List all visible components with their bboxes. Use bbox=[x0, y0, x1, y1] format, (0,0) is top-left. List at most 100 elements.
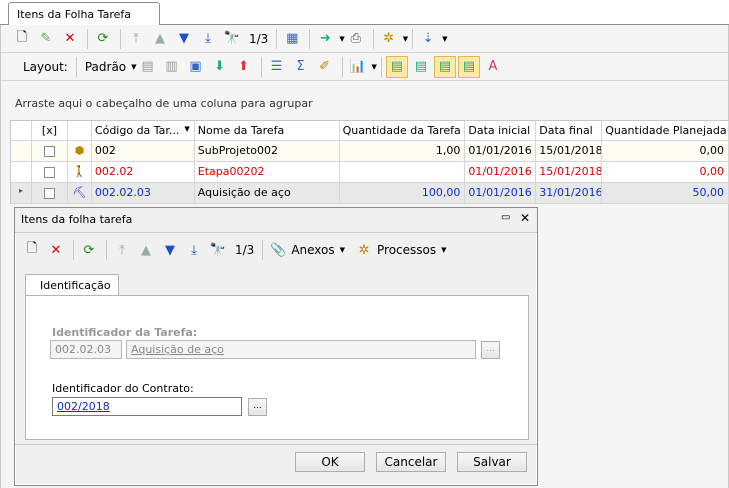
cell-nome: Aquisição de aço bbox=[195, 183, 340, 203]
delete-icon[interactable]: ✕ bbox=[59, 28, 81, 50]
delete-icon[interactable]: ✕ bbox=[45, 239, 67, 261]
divider bbox=[15, 232, 537, 233]
tab-label: Itens da Folha Tarefa bbox=[17, 8, 131, 21]
process-icon[interactable]: ✲ bbox=[378, 28, 400, 50]
cell-data-inicial: 01/01/2016 bbox=[465, 183, 537, 203]
save-button[interactable]: Salvar bbox=[457, 452, 527, 472]
cell-nome: SubProjeto002 bbox=[195, 141, 340, 161]
edit-layout-icon[interactable]: ✐ bbox=[314, 56, 336, 78]
dialog-titlebar[interactable]: Itens da folha tarefa ▭ ✕ bbox=[15, 208, 537, 232]
cell-qtd-tarefa: 100,00 bbox=[340, 183, 466, 203]
contract-lookup-button[interactable]: ... bbox=[248, 398, 267, 416]
table-row[interactable]: ⬢ 002 SubProjeto002 1,00 01/01/2016 15/0… bbox=[11, 141, 729, 162]
new-icon[interactable]: 🗋 bbox=[21, 239, 43, 261]
anexos-button[interactable]: Anexos bbox=[291, 243, 334, 257]
separator bbox=[276, 28, 278, 49]
chevron-down-icon[interactable]: ▼ bbox=[340, 246, 345, 254]
data-grid: [x] Código da Tar... ▼ Nome da Tarefa Qua… bbox=[10, 120, 729, 204]
grid-view-icon[interactable]: ▦ bbox=[281, 28, 303, 50]
previous-record-icon[interactable]: ▲ bbox=[135, 239, 157, 261]
new-icon[interactable]: 🗋 bbox=[11, 28, 33, 50]
first-record-icon[interactable]: ⤒ bbox=[125, 28, 147, 50]
tab-strip: Itens da Folha Tarefa bbox=[0, 0, 729, 26]
chevron-down-icon[interactable]: ▼ bbox=[372, 63, 377, 71]
grid-header: [x] Código da Tar... ▼ Nome da Tarefa Qua… bbox=[11, 120, 729, 141]
separator bbox=[120, 28, 121, 49]
chevron-down-icon[interactable]: ▼ bbox=[403, 35, 408, 43]
contract-id-field[interactable]: 002/2018 bbox=[52, 397, 242, 416]
filter-icon[interactable]: ⇣ bbox=[417, 28, 439, 50]
print-icon[interactable]: ⎙ bbox=[345, 28, 367, 50]
row-indicator-header bbox=[11, 121, 32, 140]
task-icon: ⛏ bbox=[68, 183, 92, 203]
separator bbox=[75, 56, 77, 77]
task-lookup-button: ... bbox=[481, 341, 500, 359]
column-header-qtd-planejada[interactable]: Quantidade Planejada bbox=[602, 121, 729, 140]
find-icon[interactable]: 🔭 bbox=[221, 28, 243, 50]
separator bbox=[87, 28, 88, 49]
view-layout-1-icon[interactable]: ▤ bbox=[385, 55, 408, 78]
process-icon[interactable]: ✲ bbox=[353, 239, 375, 261]
column-header-nome[interactable]: Nome da Tarefa bbox=[195, 121, 340, 140]
row-checkbox-cell bbox=[32, 162, 68, 182]
paperclip-icon[interactable]: 📎 bbox=[267, 239, 289, 261]
column-header-select[interactable]: [x] bbox=[32, 121, 68, 140]
table-row[interactable]: ▸ ⛏ 002.02.03 Aquisição de aço 100,00 01… bbox=[11, 183, 729, 204]
row-checkbox[interactable] bbox=[43, 146, 55, 157]
layout-toolbar: Layout: Padrão ▼ ▤ ▥ ▣ ⬇ ⬆ ☰ Σ ✐ 📊 ▼ ▤ ▤ ▤… bbox=[1, 53, 728, 81]
chevron-down-icon[interactable]: ▼ bbox=[441, 246, 446, 254]
column-header-codigo[interactable]: Código da Tar... ▼ bbox=[92, 121, 195, 140]
layout-save-icon[interactable]: ▤ bbox=[137, 56, 159, 78]
tab-identificacao[interactable]: Identificação bbox=[25, 274, 119, 296]
refresh-icon[interactable]: ⟳ bbox=[78, 239, 100, 261]
table-row[interactable]: 🚶 002.02 Etapa00202 01/01/2016 15/01/201… bbox=[11, 162, 729, 183]
separator bbox=[412, 28, 414, 49]
column-header-data-final[interactable]: Data final bbox=[536, 121, 603, 140]
sum-icon[interactable]: Σ bbox=[290, 56, 312, 78]
cancel-button[interactable]: Cancelar bbox=[376, 452, 446, 472]
chart-icon[interactable]: 📊 bbox=[347, 56, 369, 78]
tab-itens-folha-tarefa[interactable]: Itens da Folha Tarefa bbox=[8, 2, 160, 26]
ok-button[interactable]: OK bbox=[295, 452, 365, 472]
main-toolbar: 🗋 ✎ ✕ ⟳ ⤒ ▲ ▼ ⤓ 🔭 1/3 ▦ ➜ ▼ ⎙ ✲ ▼ ⇣ ▼ bbox=[1, 25, 728, 53]
row-checkbox[interactable] bbox=[43, 188, 55, 199]
group-icon[interactable]: ☰ bbox=[266, 56, 288, 78]
separator bbox=[73, 240, 74, 260]
cell-data-inicial: 01/01/2016 bbox=[465, 141, 537, 161]
next-record-icon[interactable]: ▼ bbox=[173, 28, 195, 50]
view-layout-2-icon[interactable]: ▤ bbox=[410, 56, 432, 78]
close-icon[interactable]: ✕ bbox=[520, 211, 530, 225]
layout-delete-icon[interactable]: ▥ bbox=[161, 56, 183, 78]
tab-label: Identificação bbox=[40, 279, 111, 292]
row-checkbox-cell bbox=[32, 183, 68, 203]
refresh-icon[interactable]: ⟳ bbox=[92, 28, 114, 50]
column-header-qtd-tarefa[interactable]: Quantidade da Tarefa bbox=[340, 121, 466, 140]
next-record-icon[interactable]: ▼ bbox=[159, 239, 181, 261]
font-icon[interactable]: A bbox=[482, 56, 504, 78]
dialog-toolbar: 🗋 ✕ ⟳ ⤒ ▲ ▼ ⤓ 🔭 1/3 📎 Anexos ▼ ✲ Processo… bbox=[15, 236, 537, 264]
last-record-icon[interactable]: ⤓ bbox=[197, 28, 219, 50]
export-icon[interactable]: ➜ bbox=[314, 28, 336, 50]
cell-data-final: 31/01/2016 bbox=[536, 183, 603, 203]
view-layout-4-icon[interactable]: ▤ bbox=[457, 55, 480, 78]
view-layout-3-icon[interactable]: ▤ bbox=[433, 55, 456, 78]
previous-record-icon[interactable]: ▲ bbox=[149, 28, 171, 50]
find-icon[interactable]: 🔭 bbox=[207, 239, 229, 261]
import-icon[interactable]: ⬇ bbox=[209, 56, 231, 78]
maximize-icon[interactable]: ▭ bbox=[501, 212, 510, 223]
sort-icon[interactable]: ▼ bbox=[184, 125, 189, 133]
processos-button[interactable]: Processos bbox=[377, 243, 436, 257]
edit-icon[interactable]: ✎ bbox=[35, 28, 57, 50]
row-checkbox[interactable] bbox=[43, 167, 55, 178]
layout-select[interactable]: Padrão bbox=[85, 60, 126, 74]
separator bbox=[262, 240, 264, 260]
layout-view-icon[interactable]: ▣ bbox=[185, 56, 207, 78]
task-name-field: Aquisição de aço bbox=[126, 340, 476, 359]
group-by-bar[interactable]: Arraste aqui o cabeçalho de uma coluna p… bbox=[1, 93, 728, 120]
last-record-icon[interactable]: ⤓ bbox=[183, 239, 205, 261]
chevron-down-icon[interactable]: ▼ bbox=[442, 35, 447, 43]
column-header-label: Código da Tar... bbox=[94, 124, 180, 137]
export-layout-icon[interactable]: ⬆ bbox=[233, 56, 255, 78]
column-header-data-inicial[interactable]: Data inicial bbox=[465, 121, 537, 140]
first-record-icon[interactable]: ⤒ bbox=[111, 239, 133, 261]
